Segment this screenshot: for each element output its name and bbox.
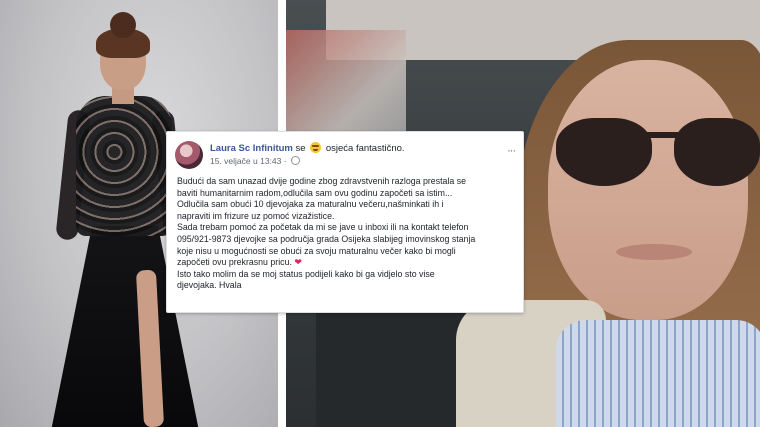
post-line: Budući da sam unazad dvije godine zbog z…	[177, 176, 467, 186]
feeling-text: osjeća fantastično.	[325, 143, 405, 154]
heart-icon: ❤	[294, 257, 302, 268]
post-line: započeti ovu prekrasnu pricu.	[177, 257, 292, 268]
post-line: baviti humanitarnim radom,odlučila sam o…	[177, 187, 453, 198]
post-body: Budući da sam unazad dvije godine zbog z…	[177, 176, 515, 292]
verb-text: se	[295, 143, 306, 154]
author-line: Laura Sc Infinitum se osjeća fantastično…	[210, 142, 405, 154]
post-line: djevojaka. Hvala	[177, 280, 242, 291]
feeling-icon	[310, 142, 322, 153]
post-line: koje nisu u mogućnosti se obući za svoju…	[177, 245, 456, 256]
timestamp-link[interactable]: 15. veljače u 13:43	[210, 156, 281, 166]
post-line: 095/921-9873 djevojke sa područja grada …	[177, 233, 476, 244]
post-line: Odlučila sam obući 10 djevojaka za matur…	[177, 199, 444, 210]
post-header: Laura Sc Infinitum se osjeća fantastično…	[175, 141, 516, 169]
post-line: napraviti im frizure uz pomoć vizažistic…	[177, 210, 335, 221]
post-line-with-heart: započeti ovu prekrasnu pricu. ❤	[177, 257, 515, 269]
more-icon[interactable]: ···	[507, 145, 516, 157]
author-name-link[interactable]: Laura Sc Infinitum	[210, 143, 293, 154]
avatar[interactable]	[175, 141, 203, 169]
globe-icon[interactable]	[290, 156, 300, 165]
facebook-post-card: Laura Sc Infinitum se osjeća fantastično…	[166, 131, 524, 313]
post-line: Isto tako molim da se moj status podijel…	[177, 268, 435, 279]
post-line: Sada trebam pomoć za početak da mi se ja…	[177, 222, 469, 233]
post-meta: 15. veljače u 13:43 ·	[210, 156, 300, 166]
